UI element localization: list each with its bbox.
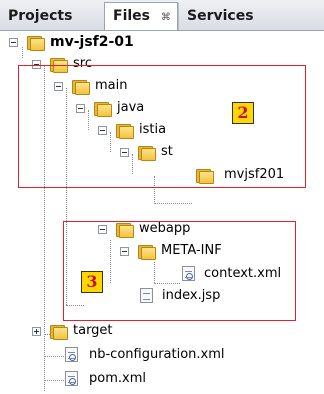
tree-node-pom-xml[interactable]: pom.xml: [0, 368, 324, 390]
callout-box-2: [18, 65, 306, 188]
tree-node-label: mv-jsf2-01: [50, 34, 134, 50]
tree-node-label: pom.xml: [89, 371, 146, 386]
tree-node-target[interactable]: target: [0, 320, 324, 342]
collapse-icon[interactable]: [9, 38, 18, 47]
folder-icon: [50, 324, 68, 340]
xml-file-icon: [65, 371, 78, 386]
callout-badge-2: 2: [232, 102, 254, 124]
close-icon[interactable]: ⌘: [161, 12, 171, 23]
tree-node-root[interactable]: mv-jsf2-01: [0, 31, 324, 53]
tree-connector: [154, 203, 192, 204]
tab-projects[interactable]: Projects: [0, 3, 104, 30]
callout-badge-3: 3: [81, 271, 103, 293]
tab-services[interactable]: Services: [178, 3, 278, 30]
tab-projects-label: Projects: [8, 8, 73, 24]
project-folder-icon: [27, 35, 45, 51]
expand-icon[interactable]: [32, 327, 41, 336]
tab-services-label: Services: [187, 8, 254, 24]
tree-node-label: nb-configuration.xml: [89, 347, 225, 362]
tab-files[interactable]: Files ⌘: [104, 2, 178, 30]
xml-file-icon: [65, 347, 78, 362]
panel-tab-bar: Projects Files ⌘ Services: [0, 0, 324, 31]
tab-files-label: Files: [113, 8, 150, 24]
tree-node-nb-configuration[interactable]: nb-configuration.xml: [0, 344, 324, 366]
tree-node-label: target: [73, 323, 113, 338]
